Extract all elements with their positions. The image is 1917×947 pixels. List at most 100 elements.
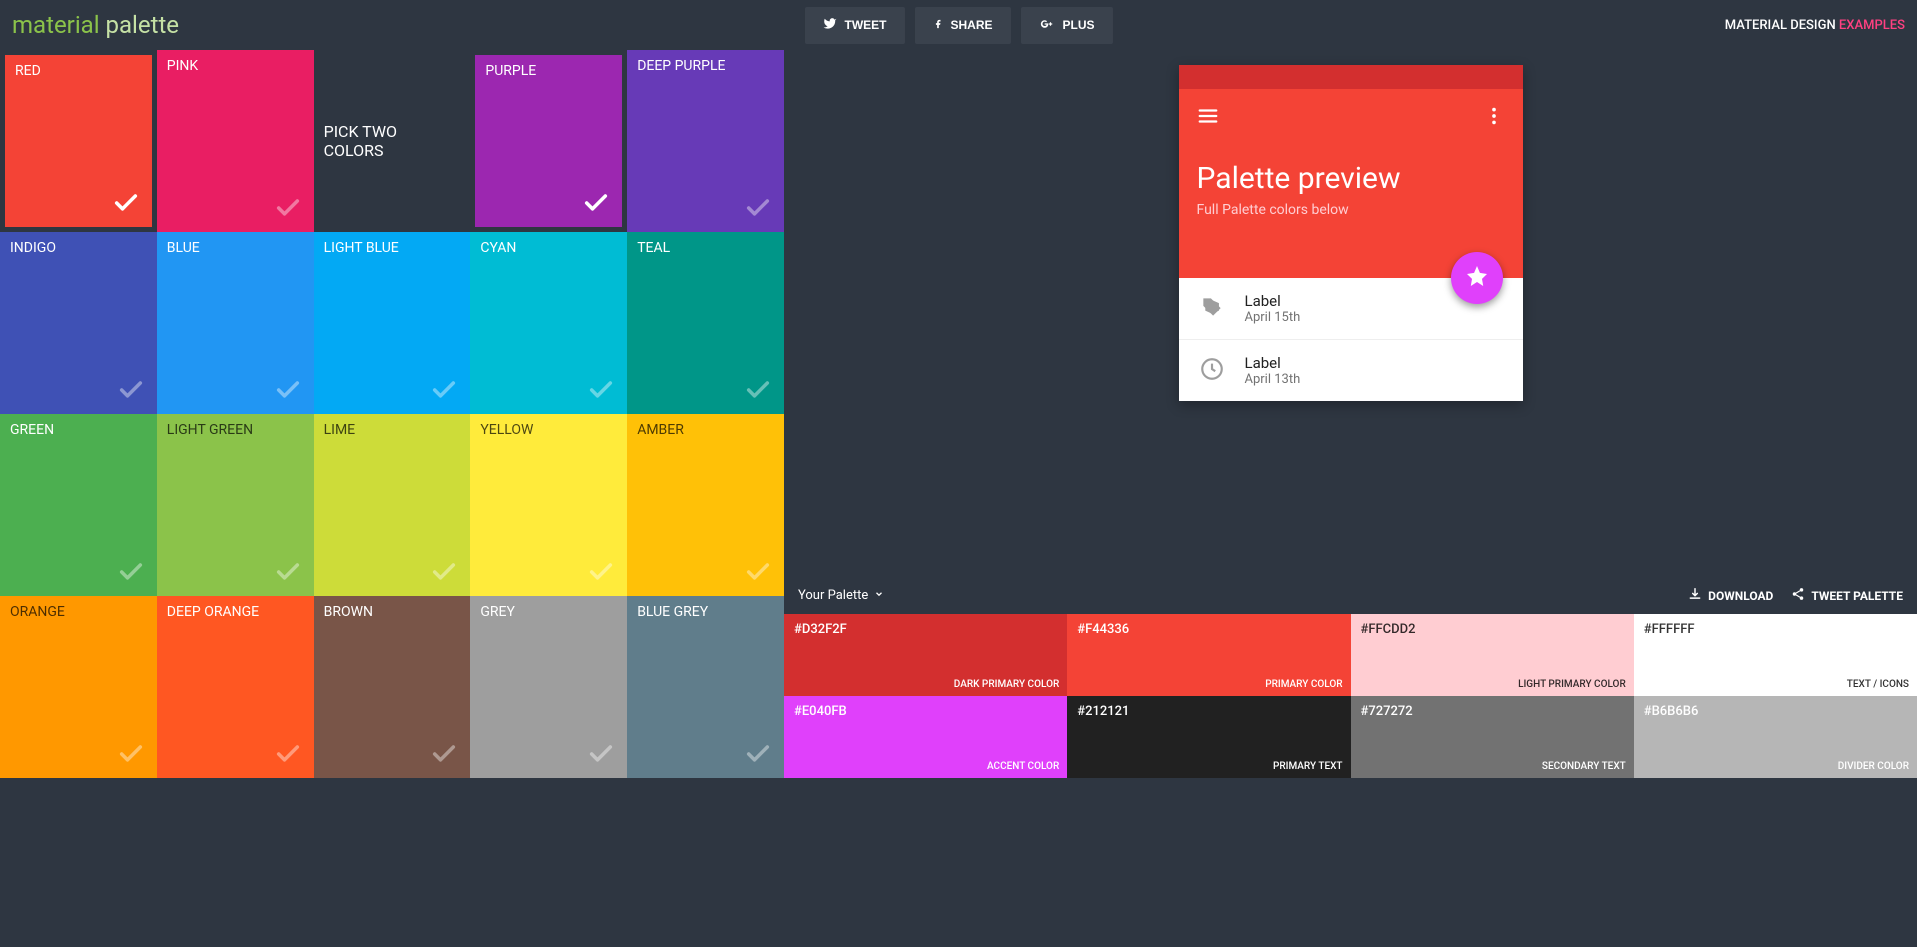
swatch-text-icons[interactable]: #FFFFFFTEXT / ICONS xyxy=(1634,614,1917,696)
check-icon xyxy=(744,376,772,404)
check-icon xyxy=(430,558,458,586)
header: material palette TWEET SHARE PLUS MATERI… xyxy=(0,0,1917,50)
color-tile-orange[interactable]: ORANGE xyxy=(0,596,157,778)
swatch-accent-color[interactable]: #E040FBACCENT COLOR xyxy=(784,696,1067,778)
tweet-palette-button[interactable]: TWEET PALETTE xyxy=(1791,587,1903,604)
swatch-role: TEXT / ICONS xyxy=(1847,679,1909,690)
swatch-divider-color[interactable]: #B6B6B6DIVIDER COLOR xyxy=(1634,696,1917,778)
swatch-primary-text[interactable]: #212121PRIMARY TEXT xyxy=(1067,696,1350,778)
palette-preview-card: Palette preview Full Palette colors belo… xyxy=(1179,65,1523,401)
check-icon xyxy=(274,558,302,586)
check-icon xyxy=(744,740,772,768)
tweet-palette-label: TWEET PALETTE xyxy=(1811,589,1903,603)
color-tile-green[interactable]: GREEN xyxy=(0,414,157,596)
share-label: SHARE xyxy=(950,18,992,32)
material-design-examples-link[interactable]: MATERIAL DESIGN EXAMPLES xyxy=(1725,18,1905,33)
swatch-hex: #D32F2F xyxy=(794,622,1057,637)
check-icon xyxy=(117,558,145,586)
list-item-text: LabelApril 15th xyxy=(1245,292,1301,325)
swatch-role: DIVIDER COLOR xyxy=(1838,761,1909,772)
plus-label: PLUS xyxy=(1063,18,1095,32)
logo-word-2: palette xyxy=(106,11,180,39)
facebook-icon xyxy=(932,17,942,34)
share-icon xyxy=(1791,587,1805,604)
color-tile-purple[interactable]: PURPLE xyxy=(475,55,622,227)
check-icon xyxy=(587,376,615,404)
color-tile-red[interactable]: RED xyxy=(5,55,152,227)
tile-label: BLUE GREY xyxy=(637,604,708,620)
google-plus-icon xyxy=(1039,17,1055,34)
preview-subtitle: Full Palette colors below xyxy=(1197,202,1505,218)
color-tile-light-green[interactable]: LIGHT GREEN xyxy=(157,414,314,596)
color-tile-grey[interactable]: GREY xyxy=(470,596,627,778)
check-icon xyxy=(274,376,302,404)
swatch-hex: #FFCDD2 xyxy=(1361,622,1624,637)
tile-label: YELLOW xyxy=(480,422,533,438)
logo-word-1: material xyxy=(12,11,100,39)
color-tile-indigo[interactable]: INDIGO xyxy=(0,232,157,414)
swatch-secondary-text[interactable]: #727272SECONDARY TEXT xyxy=(1351,696,1634,778)
color-tile-brown[interactable]: BROWN xyxy=(314,596,471,778)
color-tile-cyan[interactable]: CYAN xyxy=(470,232,627,414)
main: RED PINK PICK TWO COLORSPURPLE DEEP PURPLE I… xyxy=(0,50,1917,778)
color-tile-teal[interactable]: TEAL xyxy=(627,232,784,414)
list-item[interactable]: LabelApril 13th xyxy=(1179,340,1523,401)
color-tile-blue-grey[interactable]: BLUE GREY xyxy=(627,596,784,778)
color-tile-deep-purple[interactable]: DEEP PURPLE xyxy=(627,50,784,232)
tile-label: CYAN xyxy=(480,240,516,256)
tweet-button[interactable]: TWEET xyxy=(804,7,904,44)
color-tile-blue[interactable]: BLUE xyxy=(157,232,314,414)
chevron-down-icon xyxy=(874,588,884,603)
swatch-dark-primary-color[interactable]: #D32F2FDARK PRIMARY COLOR xyxy=(784,614,1067,696)
download-button[interactable]: DOWNLOAD xyxy=(1688,587,1773,604)
color-tile-deep-orange[interactable]: DEEP ORANGE xyxy=(157,596,314,778)
color-tile-lime[interactable]: LIME xyxy=(314,414,471,596)
tag-icon xyxy=(1199,294,1225,324)
swatch-role: LIGHT PRIMARY COLOR xyxy=(1518,679,1626,690)
twitter-icon xyxy=(822,17,836,34)
tile-label: PINK xyxy=(167,58,198,74)
check-icon xyxy=(744,558,772,586)
more-vert-icon[interactable] xyxy=(1483,105,1505,131)
share-button[interactable]: SHARE xyxy=(914,7,1010,44)
preview-area: Palette preview Full Palette colors belo… xyxy=(784,50,1917,778)
tile-label: BROWN xyxy=(324,604,373,620)
swatch-hex: #727272 xyxy=(1361,704,1624,719)
tile-label: LIGHT GREEN xyxy=(167,422,253,438)
check-icon xyxy=(587,558,615,586)
plus-button[interactable]: PLUS xyxy=(1021,7,1113,44)
check-icon xyxy=(274,740,302,768)
color-tile-pink[interactable]: PINK xyxy=(157,50,314,232)
list-item-date: April 15th xyxy=(1245,310,1301,325)
swatch-hex: #E040FB xyxy=(794,704,1057,719)
fab-button[interactable] xyxy=(1451,252,1503,304)
tile-label: GREY xyxy=(480,604,515,620)
instructions-tile: PICK TWO COLORS xyxy=(314,50,471,232)
color-tile-yellow[interactable]: YELLOW xyxy=(470,414,627,596)
logo[interactable]: material palette xyxy=(12,11,179,39)
check-icon xyxy=(587,740,615,768)
app-bar: Palette preview Full Palette colors belo… xyxy=(1179,89,1523,278)
color-grid: RED PINK PICK TWO COLORSPURPLE DEEP PURPLE I… xyxy=(0,50,784,778)
swatches-grid: #D32F2FDARK PRIMARY COLOR#F44336PRIMARY … xyxy=(784,614,1917,778)
check-icon xyxy=(430,740,458,768)
check-icon xyxy=(274,194,302,222)
tile-label: BLUE xyxy=(167,240,200,256)
color-tile-light-blue[interactable]: LIGHT BLUE xyxy=(314,232,471,414)
tile-label: TEAL xyxy=(637,240,670,256)
tweet-label: TWEET xyxy=(844,18,886,32)
list-item-label: Label xyxy=(1245,354,1301,372)
swatch-light-primary-color[interactable]: #FFCDD2 LIGHT PRIMARY COLOR xyxy=(1351,614,1634,696)
color-tile-amber[interactable]: AMBER xyxy=(627,414,784,596)
check-icon xyxy=(112,189,140,217)
check-icon xyxy=(582,189,610,217)
star-icon xyxy=(1465,264,1489,292)
your-palette-dropdown[interactable]: Your Palette xyxy=(798,588,884,603)
hamburger-icon[interactable] xyxy=(1197,105,1219,131)
tile-label: LIME xyxy=(324,422,356,438)
list-item-date: April 13th xyxy=(1245,372,1301,387)
swatch-primary-color[interactable]: #F44336PRIMARY COLOR xyxy=(1067,614,1350,696)
header-share-buttons: TWEET SHARE PLUS xyxy=(804,7,1112,44)
tile-label: RED xyxy=(15,63,41,79)
tile-label: DEEP PURPLE xyxy=(637,58,725,74)
